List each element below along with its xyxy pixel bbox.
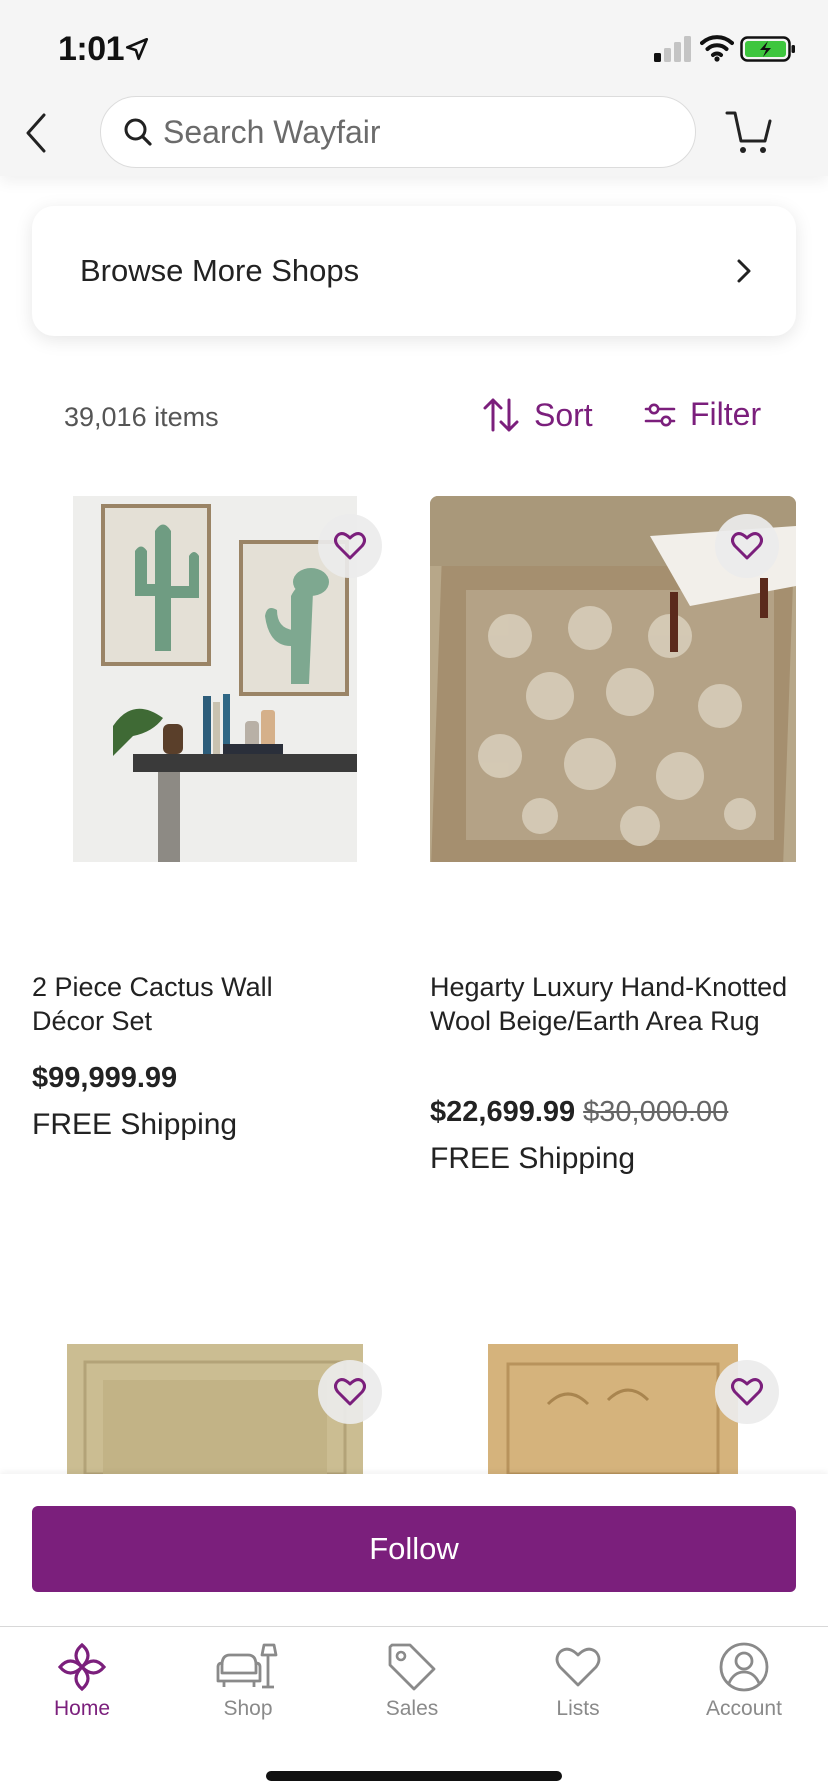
sort-label: Sort (534, 396, 593, 433)
product-image-rug-2[interactable] (67, 1344, 363, 1474)
heart-outline-icon (334, 1378, 366, 1406)
chevron-left-icon (26, 113, 46, 153)
favorite-button[interactable] (318, 1360, 382, 1424)
items-count: 39,016 items (64, 402, 219, 432)
back-button[interactable] (16, 108, 56, 158)
home-indicator (266, 1771, 562, 1781)
nav-item-account[interactable]: Account (674, 1641, 814, 1721)
product-shipping: FREE Shipping (32, 1108, 238, 1141)
sort-button[interactable]: Sort (482, 396, 593, 434)
search-input[interactable] (163, 113, 643, 151)
account-icon (719, 1642, 769, 1692)
follow-bar: Follow (0, 1474, 828, 1626)
nav-item-lists[interactable]: Lists (508, 1641, 648, 1721)
sales-tag-icon (388, 1643, 436, 1691)
product-image-cactus[interactable] (73, 496, 357, 862)
follow-button[interactable]: Follow (32, 1506, 796, 1592)
product-sale-price: $22,699.99 (430, 1096, 576, 1128)
search-bar[interactable] (100, 96, 696, 168)
cart-icon[interactable] (724, 108, 774, 156)
product-title[interactable]: Hegarty Luxury Hand-Knotted Wool Beige/E… (430, 970, 790, 1038)
nav-label: Shop (223, 1697, 273, 1720)
chevron-right-icon (737, 259, 751, 283)
browse-more-shops-card[interactable]: Browse More Shops (32, 206, 796, 336)
product-price: $99,999.99 (32, 1062, 177, 1095)
nav-label: Sales (385, 1697, 439, 1720)
product-shipping: FREE Shipping (430, 1142, 636, 1175)
product-title[interactable]: 2 Piece Cactus Wall Décor Set (32, 970, 332, 1038)
filter-sliders-icon (644, 403, 676, 426)
shop-icon (216, 1643, 278, 1689)
heart-outline-icon (334, 532, 366, 560)
nav-label: Home (53, 1697, 111, 1720)
filter-button[interactable]: Filter (644, 396, 761, 433)
cellular-signal-icon (654, 36, 691, 62)
product-original-price: $30,000.00 (583, 1096, 729, 1128)
product-sale-price: $99,999.99 (32, 1062, 178, 1094)
product-image-rug-3[interactable] (488, 1344, 738, 1474)
heart-icon (555, 1647, 601, 1687)
nav-item-sales[interactable]: Sales (342, 1641, 482, 1721)
rug-image (67, 1344, 363, 1474)
status-time: 1:01 (58, 30, 125, 68)
filter-label: Filter (690, 396, 762, 432)
browse-more-shops-label: Browse More Shops (80, 253, 360, 288)
sort-arrows-icon (483, 398, 519, 432)
favorite-button[interactable] (318, 514, 382, 578)
location-arrow-icon (125, 37, 149, 61)
nav-label: Lists (556, 1697, 600, 1720)
battery-charging-icon (740, 36, 795, 62)
cactus-wall-decor-image (73, 496, 357, 862)
search-icon (124, 118, 152, 146)
favorite-button[interactable] (715, 1360, 779, 1424)
nav-item-home[interactable]: Home (12, 1641, 152, 1721)
product-price: $22,699.99 $30,000.00 (430, 1096, 728, 1129)
rug-image (488, 1344, 738, 1474)
wifi-icon (700, 35, 734, 62)
heart-outline-icon (731, 1378, 763, 1406)
home-icon (57, 1642, 107, 1692)
nav-item-shop[interactable]: Shop (178, 1641, 318, 1721)
favorite-button[interactable] (715, 514, 779, 578)
nav-label: Account (706, 1697, 782, 1720)
top-bar: 1:01 (0, 0, 828, 176)
heart-outline-icon (731, 532, 763, 560)
bottom-nav: Home Shop Sales Lists Account (0, 1626, 828, 1792)
